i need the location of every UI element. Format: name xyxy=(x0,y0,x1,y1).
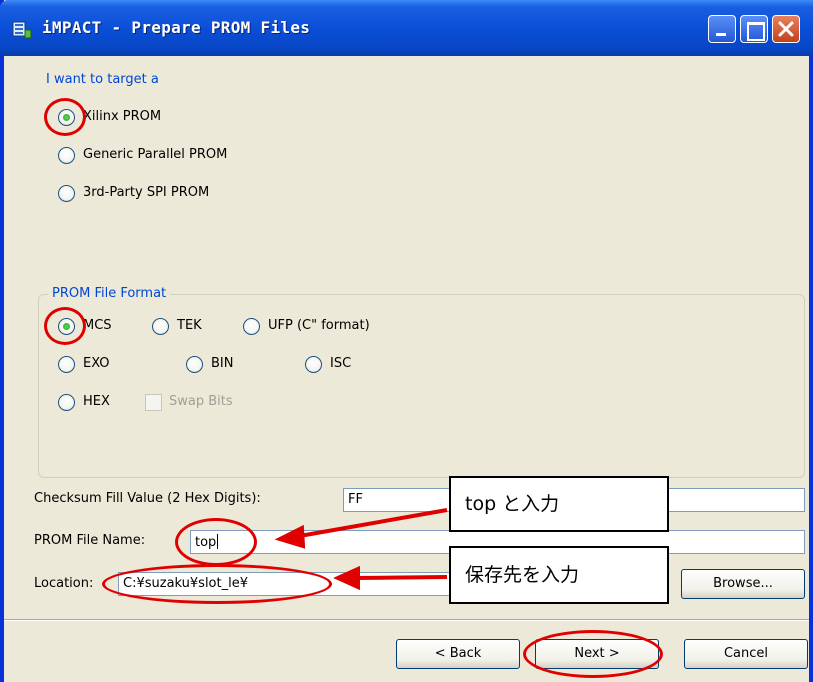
arrow-head-filename xyxy=(274,524,306,549)
arrow-to-location xyxy=(353,575,448,580)
annotation-arrows xyxy=(274,508,448,591)
prepare-prom-files-dialog: iMPACT - Prepare PROM Files I want to ta… xyxy=(0,0,813,682)
arrow-head-location xyxy=(333,565,360,591)
arrow-to-filename xyxy=(293,508,448,539)
